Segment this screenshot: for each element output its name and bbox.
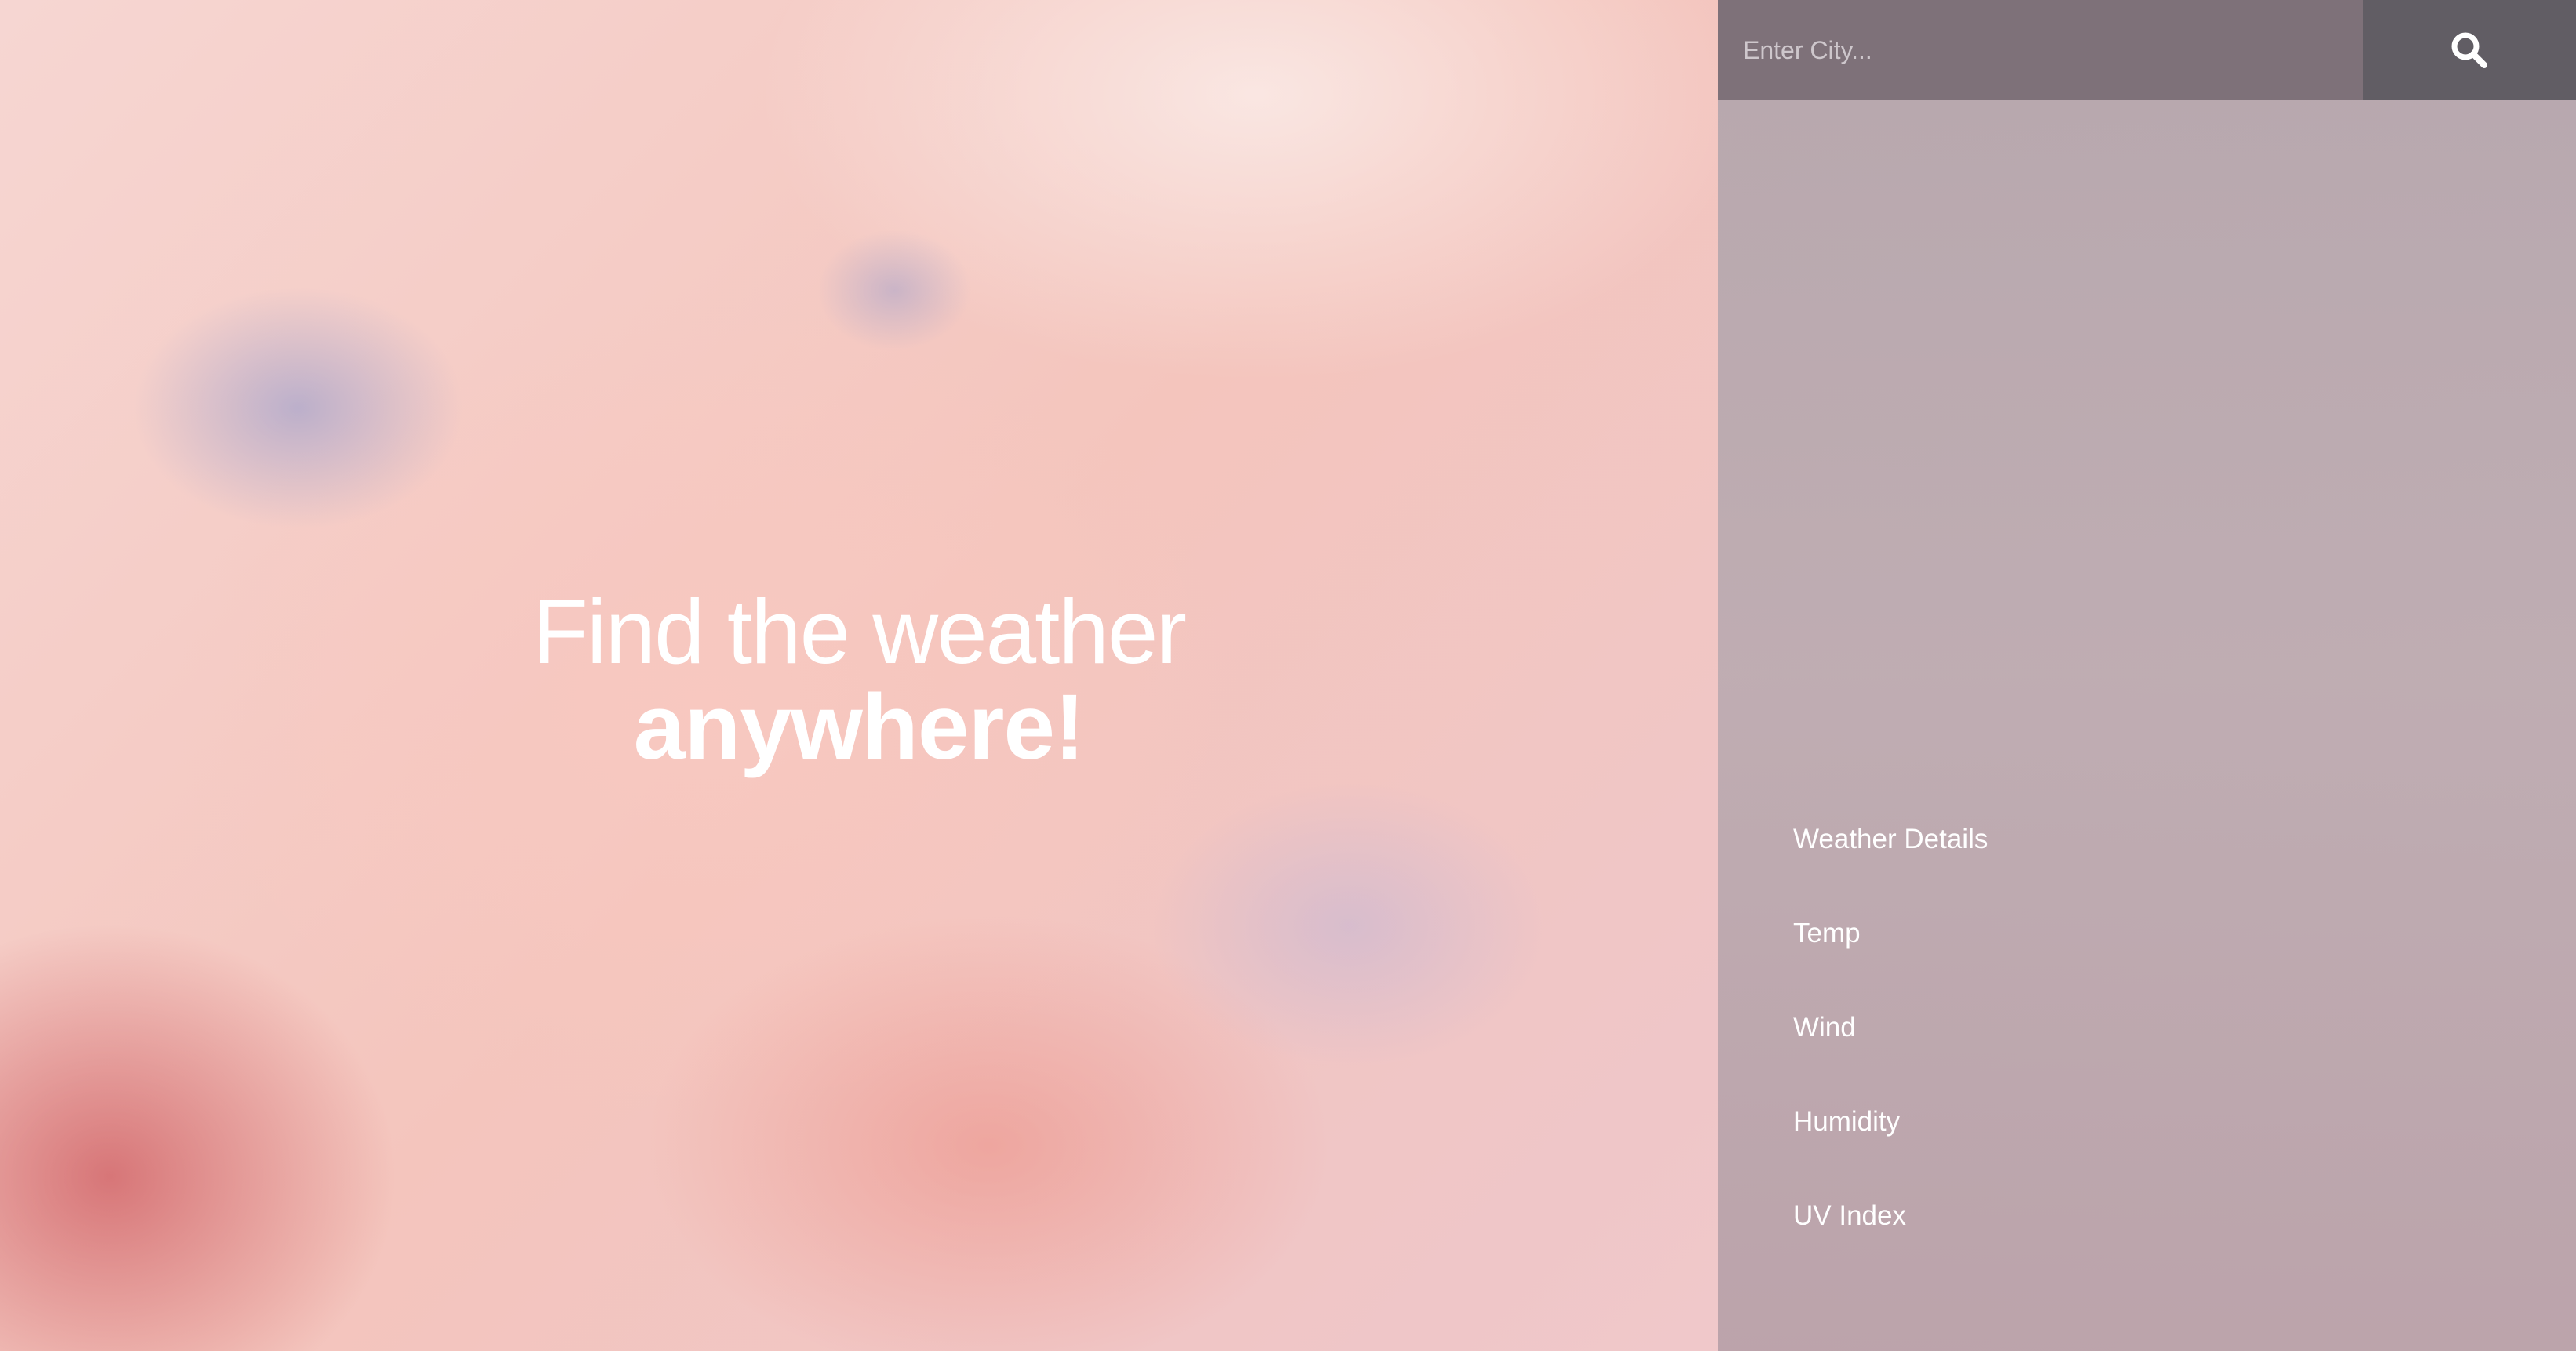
search-bar: [1718, 0, 2576, 100]
detail-row-wind: Wind: [1793, 1004, 2499, 1051]
weather-details-title: Weather Details: [1793, 824, 1988, 854]
hero-title: Find the weather: [532, 581, 1187, 683]
detail-row-uv-index: UV Index: [1793, 1193, 2499, 1240]
weather-panel: Weather Details Temp Wind Humidity UV In…: [1718, 0, 2576, 1351]
detail-label-uv-index: UV Index: [1793, 1200, 1906, 1231]
detail-label-humidity: Humidity: [1793, 1106, 1901, 1137]
search-icon: [2451, 32, 2487, 68]
detail-row-temp: Temp: [1793, 910, 2499, 957]
detail-label-wind: Wind: [1793, 1012, 1856, 1043]
app-background: Find the weather anywhere! Weather Detai…: [0, 0, 2576, 1351]
city-search-input[interactable]: [1718, 0, 2363, 100]
hero-subtitle: anywhere!: [633, 676, 1086, 779]
search-button[interactable]: [2363, 0, 2576, 100]
detail-row-humidity: Humidity: [1793, 1098, 2499, 1145]
detail-label-temp: Temp: [1793, 918, 1861, 949]
hero: Find the weather anywhere!: [0, 0, 1718, 1351]
